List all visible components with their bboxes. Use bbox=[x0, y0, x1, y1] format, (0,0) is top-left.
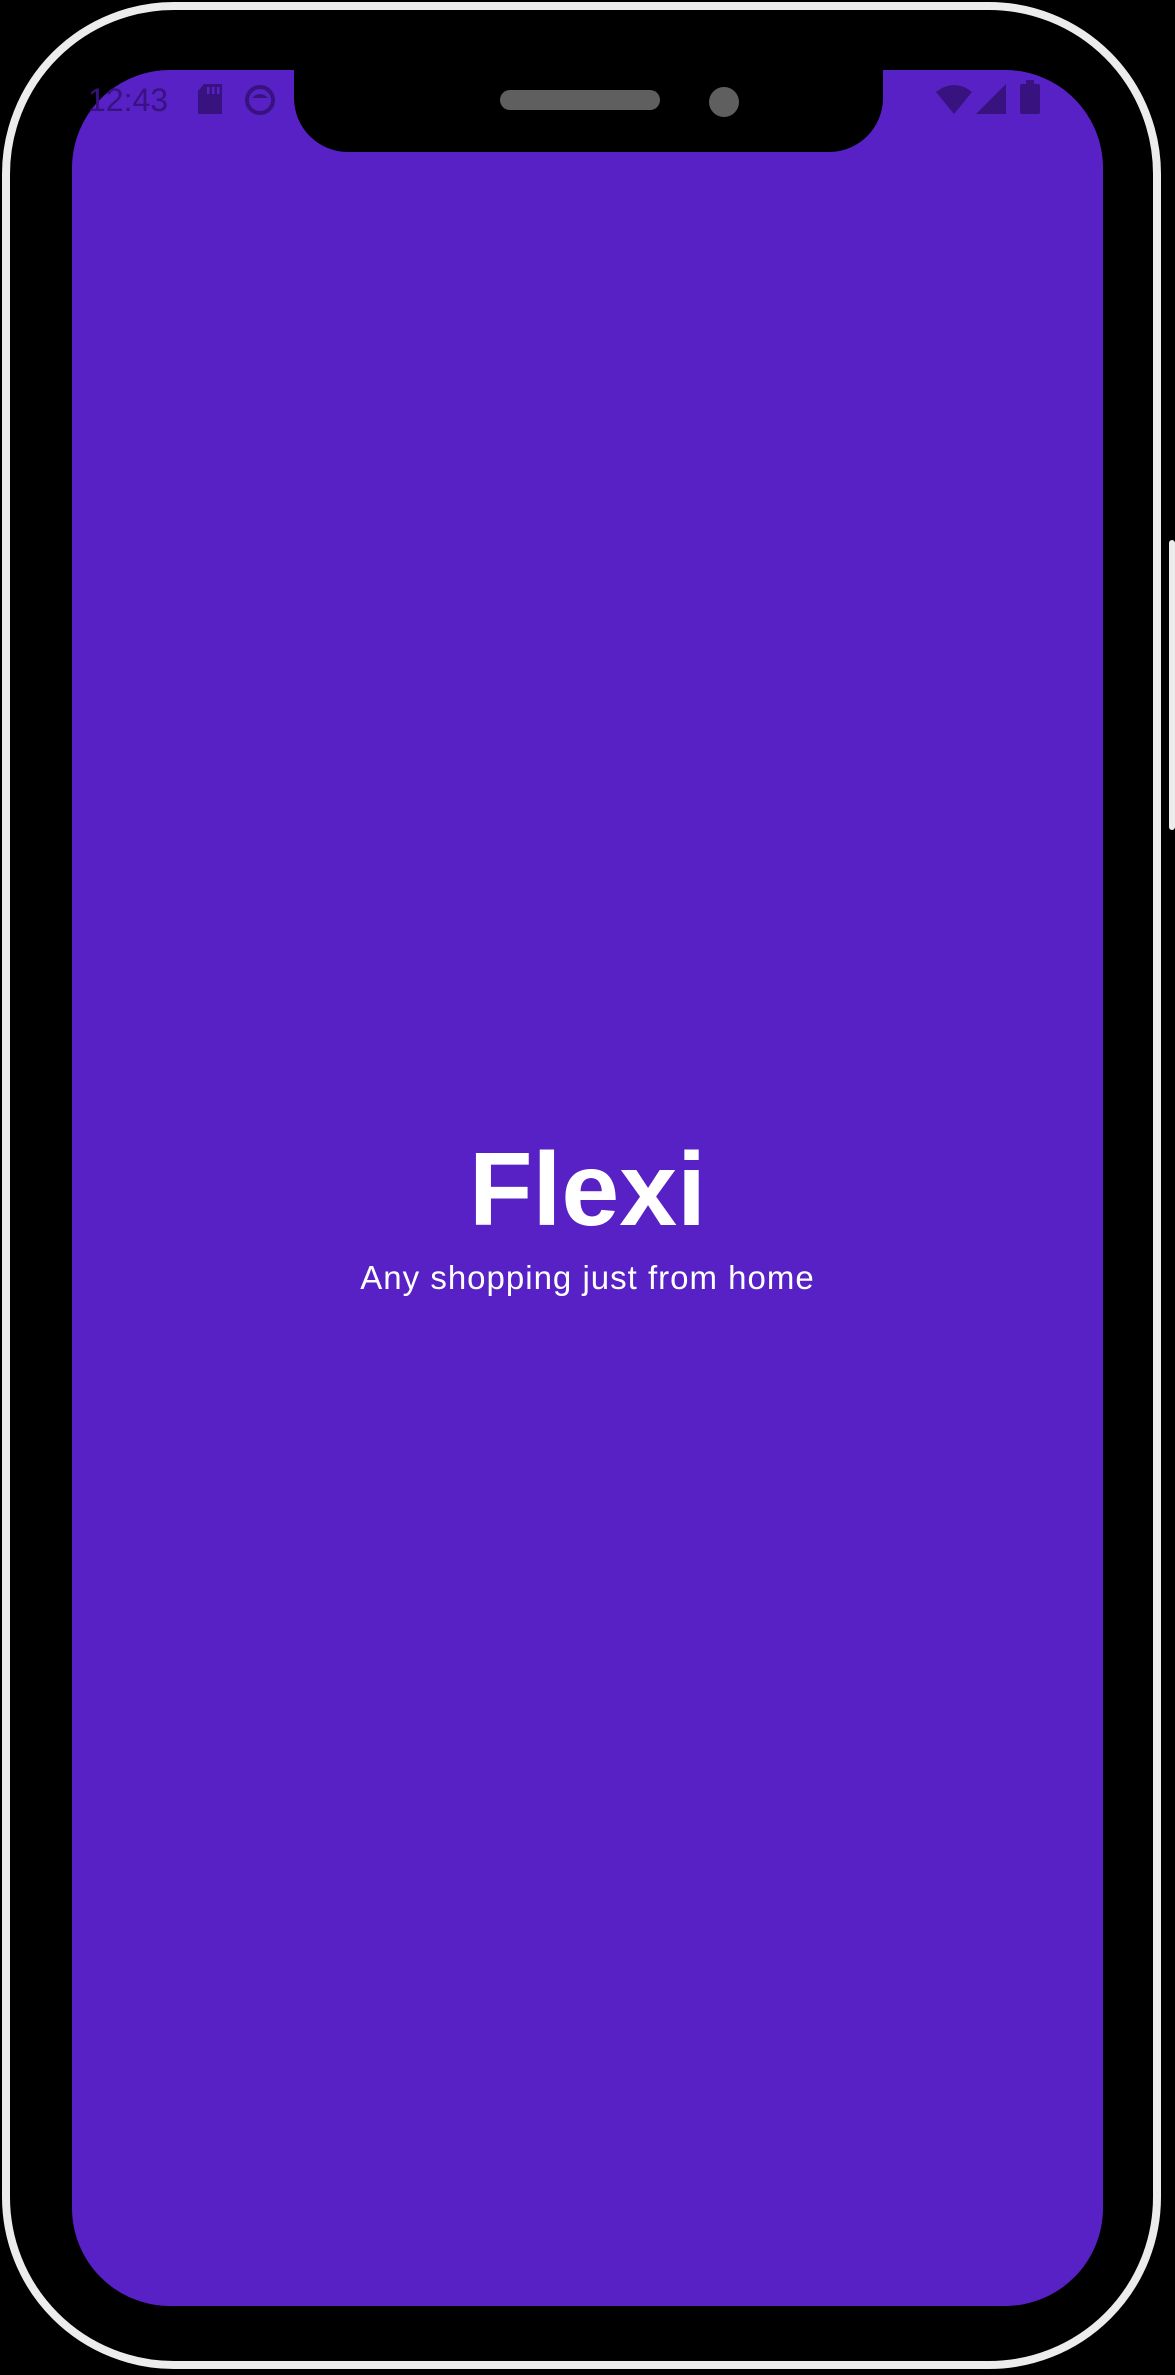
sd-card-icon bbox=[198, 84, 222, 114]
earpiece-speaker bbox=[500, 90, 660, 110]
app-title: Flexi bbox=[469, 1132, 706, 1248]
device-side-button bbox=[1169, 540, 1175, 830]
battery-icon bbox=[1020, 80, 1040, 114]
status-time: 12:43 bbox=[88, 82, 169, 118]
media-notification-icon bbox=[245, 85, 275, 115]
cellular-signal-icon bbox=[976, 84, 1006, 114]
wifi-icon bbox=[936, 85, 972, 114]
phone-device: 12:43 Flexi Any shopping just from home bbox=[0, 0, 1175, 2375]
app-tagline: Any shopping just from home bbox=[360, 1259, 815, 1296]
front-camera bbox=[709, 87, 739, 117]
